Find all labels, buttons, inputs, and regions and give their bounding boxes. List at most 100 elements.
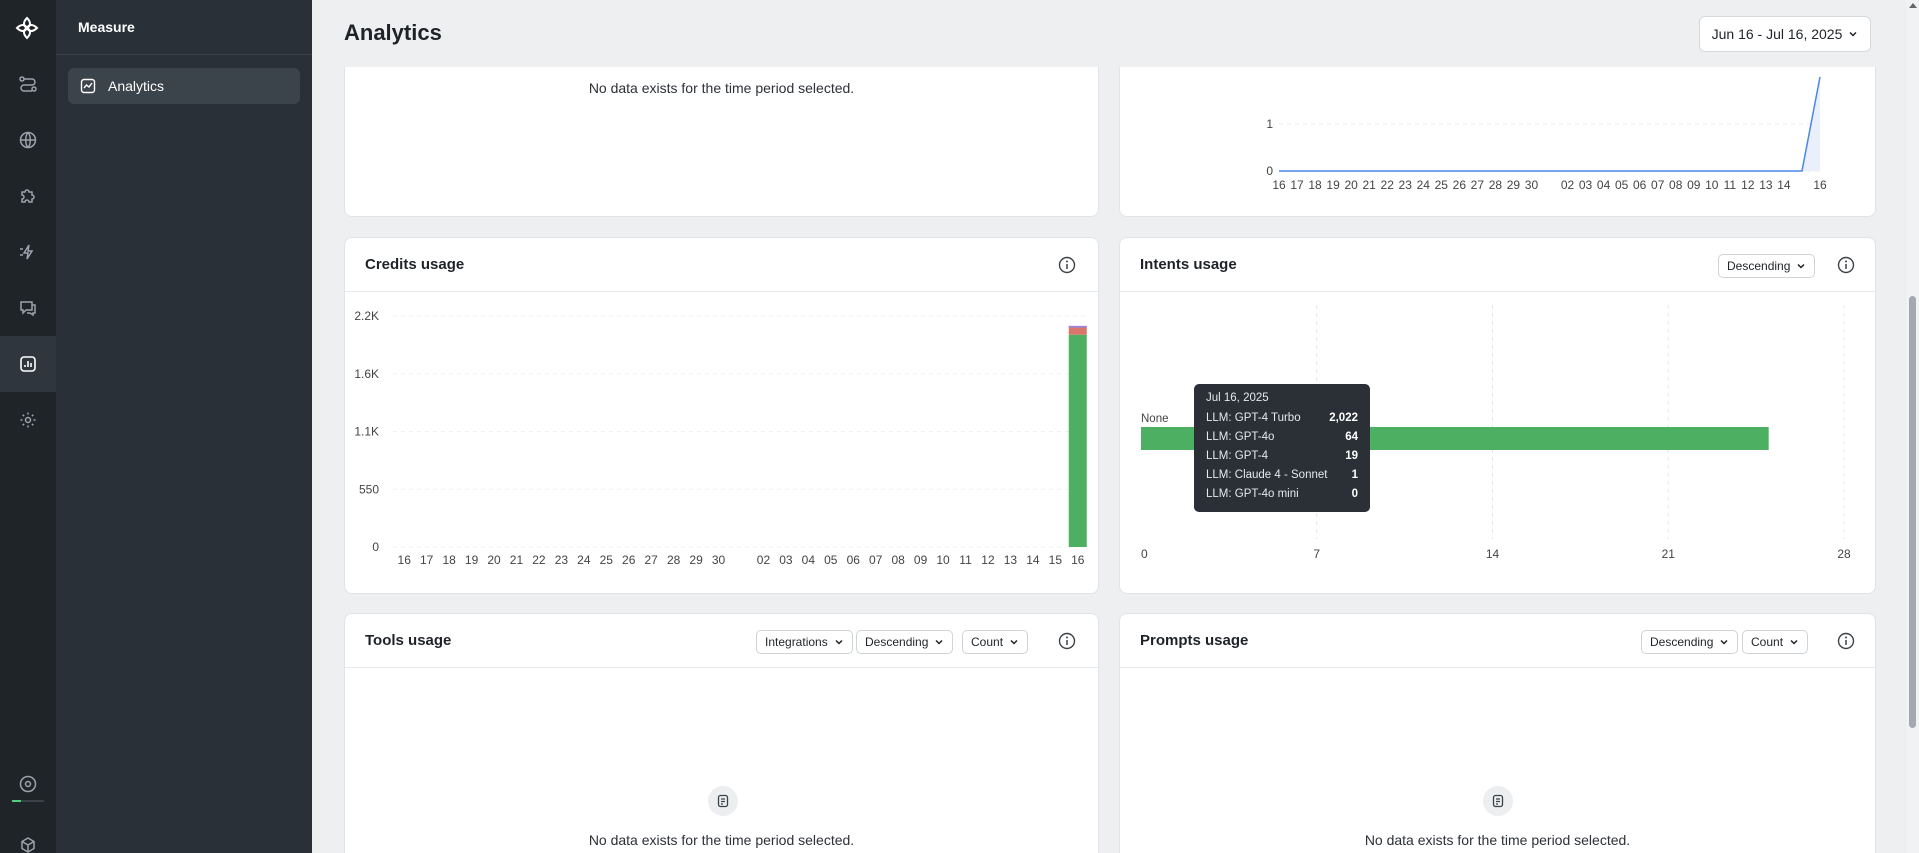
sort-select[interactable]: Descending	[1718, 254, 1816, 278]
chevron-down-icon	[1797, 263, 1805, 269]
logo-icon[interactable]	[11, 12, 43, 44]
bar-segment	[1068, 334, 1087, 547]
tooltip-series-value: 1	[1351, 468, 1358, 481]
metric-select[interactable]: Count	[962, 630, 1029, 654]
x-tick-label: 14	[1777, 178, 1791, 192]
x-tick-label: 28	[1489, 178, 1503, 192]
x-tick-label: 06	[847, 553, 861, 567]
x-tick-label: 28	[1837, 547, 1851, 561]
metric-select[interactable]: Count	[1742, 630, 1809, 654]
date-range-label: Jun 16 - Jul 16, 2025	[1711, 26, 1843, 42]
y-tick-label: 0	[372, 540, 379, 554]
card-header: Credits usage	[345, 238, 1098, 292]
empty-state-text: No data exists for the time period selec…	[588, 832, 855, 848]
x-tick-label: 21	[1662, 547, 1676, 561]
page-title: Analytics	[344, 20, 442, 45]
tooltip-row: LLM: GPT-4 Turbo 2,022	[1206, 408, 1358, 427]
x-tick-label: 03	[1579, 178, 1593, 192]
bar-segment	[1068, 327, 1087, 335]
info-icon[interactable]	[1058, 632, 1076, 650]
card-header: Prompts usage Descending Count	[1120, 614, 1875, 668]
x-tick-label: 30	[712, 553, 726, 567]
tooltip-series-label: LLM: GPT-4	[1206, 449, 1268, 462]
y-tick-label: 1.6K	[354, 367, 379, 381]
x-tick-label: 16	[1272, 178, 1286, 192]
sort-select[interactable]: Descending	[856, 630, 954, 654]
tooltip-date: Jul 16, 2025	[1206, 392, 1269, 404]
x-tick-label: 08	[891, 553, 905, 567]
tooltip-series-label: LLM: GPT-4o	[1206, 430, 1275, 443]
scroll-up-icon[interactable]	[1909, 3, 1917, 8]
x-tick-label: 10	[936, 553, 950, 567]
nav-item-label: Analytics	[108, 78, 165, 94]
chevron-down-icon	[1720, 639, 1728, 645]
scroll-thumb[interactable]	[1909, 296, 1916, 728]
date-range-picker[interactable]: Jun 16 - Jul 16, 2025	[1699, 16, 1871, 52]
tooltip-series-label: LLM: GPT-4 Turbo	[1206, 411, 1301, 424]
document-icon	[708, 786, 738, 816]
x-tick-label: 0	[1141, 547, 1148, 561]
actions-icon[interactable]	[0, 224, 56, 280]
credits-usage-card: Credits usage 0 550 1.1K 1.6K 2.2K 16 17 18 19 20…	[344, 237, 1099, 594]
tooltip-row: LLM: Claude 4 - Sonnet 1	[1206, 465, 1358, 484]
x-tick-label: 08	[1669, 178, 1683, 192]
x-tick-label: 04	[802, 553, 816, 567]
x-tick-label: 10	[1705, 178, 1719, 192]
metric-select-label: Count	[1751, 635, 1784, 649]
x-tick-label: 30	[1525, 178, 1539, 192]
x-tick-label: 11	[1724, 178, 1737, 192]
settings-icon[interactable]	[0, 392, 56, 448]
info-icon[interactable]	[1837, 632, 1855, 650]
x-tick-label: 26	[622, 553, 636, 567]
y-tick-label: 1.1K	[354, 425, 379, 439]
chart-icon	[80, 78, 96, 94]
tooltip-series-value: 64	[1345, 430, 1358, 443]
bar-segment	[1068, 325, 1087, 328]
tooltip-series-label: LLM: Claude 4 - Sonnet	[1206, 468, 1328, 481]
flows-icon[interactable]	[0, 56, 56, 112]
card-header: Intents usage Descending	[1120, 238, 1875, 292]
x-tick-label: 02	[757, 553, 771, 567]
puzzle-icon[interactable]	[0, 168, 56, 224]
integrations-select[interactable]: Integrations	[756, 630, 853, 654]
info-icon[interactable]	[1837, 256, 1855, 274]
x-tick-label: 12	[981, 553, 995, 567]
card-title: Prompts usage	[1140, 632, 1249, 649]
chevron-down-icon	[935, 639, 943, 645]
sort-select[interactable]: Descending	[1641, 630, 1739, 654]
x-tick-label: 16	[1813, 178, 1827, 192]
tooltip-series-value: 0	[1351, 487, 1358, 500]
help-icon[interactable]	[0, 756, 56, 812]
x-tick-label: 22	[1381, 178, 1395, 192]
x-tick-label: 18	[442, 553, 456, 567]
sort-select-label: Descending	[865, 635, 929, 649]
icon-rail	[0, 0, 56, 853]
x-tick-label: 11	[959, 553, 972, 567]
page-header: Analytics Jun 16 - Jul 16, 2025	[312, 0, 1906, 67]
chevron-down-icon	[1010, 639, 1018, 645]
analytics-icon[interactable]	[0, 336, 56, 392]
x-tick-label: 24	[577, 553, 591, 567]
x-tick-label: 22	[532, 553, 546, 567]
x-tick-label: 24	[1417, 178, 1431, 192]
x-tick-label: 17	[420, 553, 434, 567]
x-tick-label: 20	[1344, 178, 1358, 192]
nav-item-analytics[interactable]: Analytics	[68, 68, 300, 104]
x-tick-label: 13	[1759, 178, 1773, 192]
x-tick-label: 05	[1615, 178, 1629, 192]
tooltip-series-label: LLM: GPT-4o mini	[1206, 487, 1299, 500]
section-title: Measure	[78, 19, 135, 35]
x-tick-label: 26	[1453, 178, 1467, 192]
x-tick-label: 05	[824, 553, 838, 567]
y-tick-label: 550	[359, 482, 379, 496]
chat-icon[interactable]	[0, 280, 56, 336]
info-icon[interactable]	[1058, 256, 1076, 274]
x-tick-label: 09	[1687, 178, 1701, 192]
metric-select-label: Count	[971, 635, 1004, 649]
x-tick-label: 15	[1049, 553, 1063, 567]
box-icon[interactable]	[0, 817, 56, 853]
page-scrollbar[interactable]	[1906, 0, 1919, 853]
bar-category-label: None	[1141, 413, 1169, 425]
tools-usage-card: Tools usage Integrations Descending Coun…	[344, 613, 1099, 853]
globe-icon[interactable]	[0, 112, 56, 168]
